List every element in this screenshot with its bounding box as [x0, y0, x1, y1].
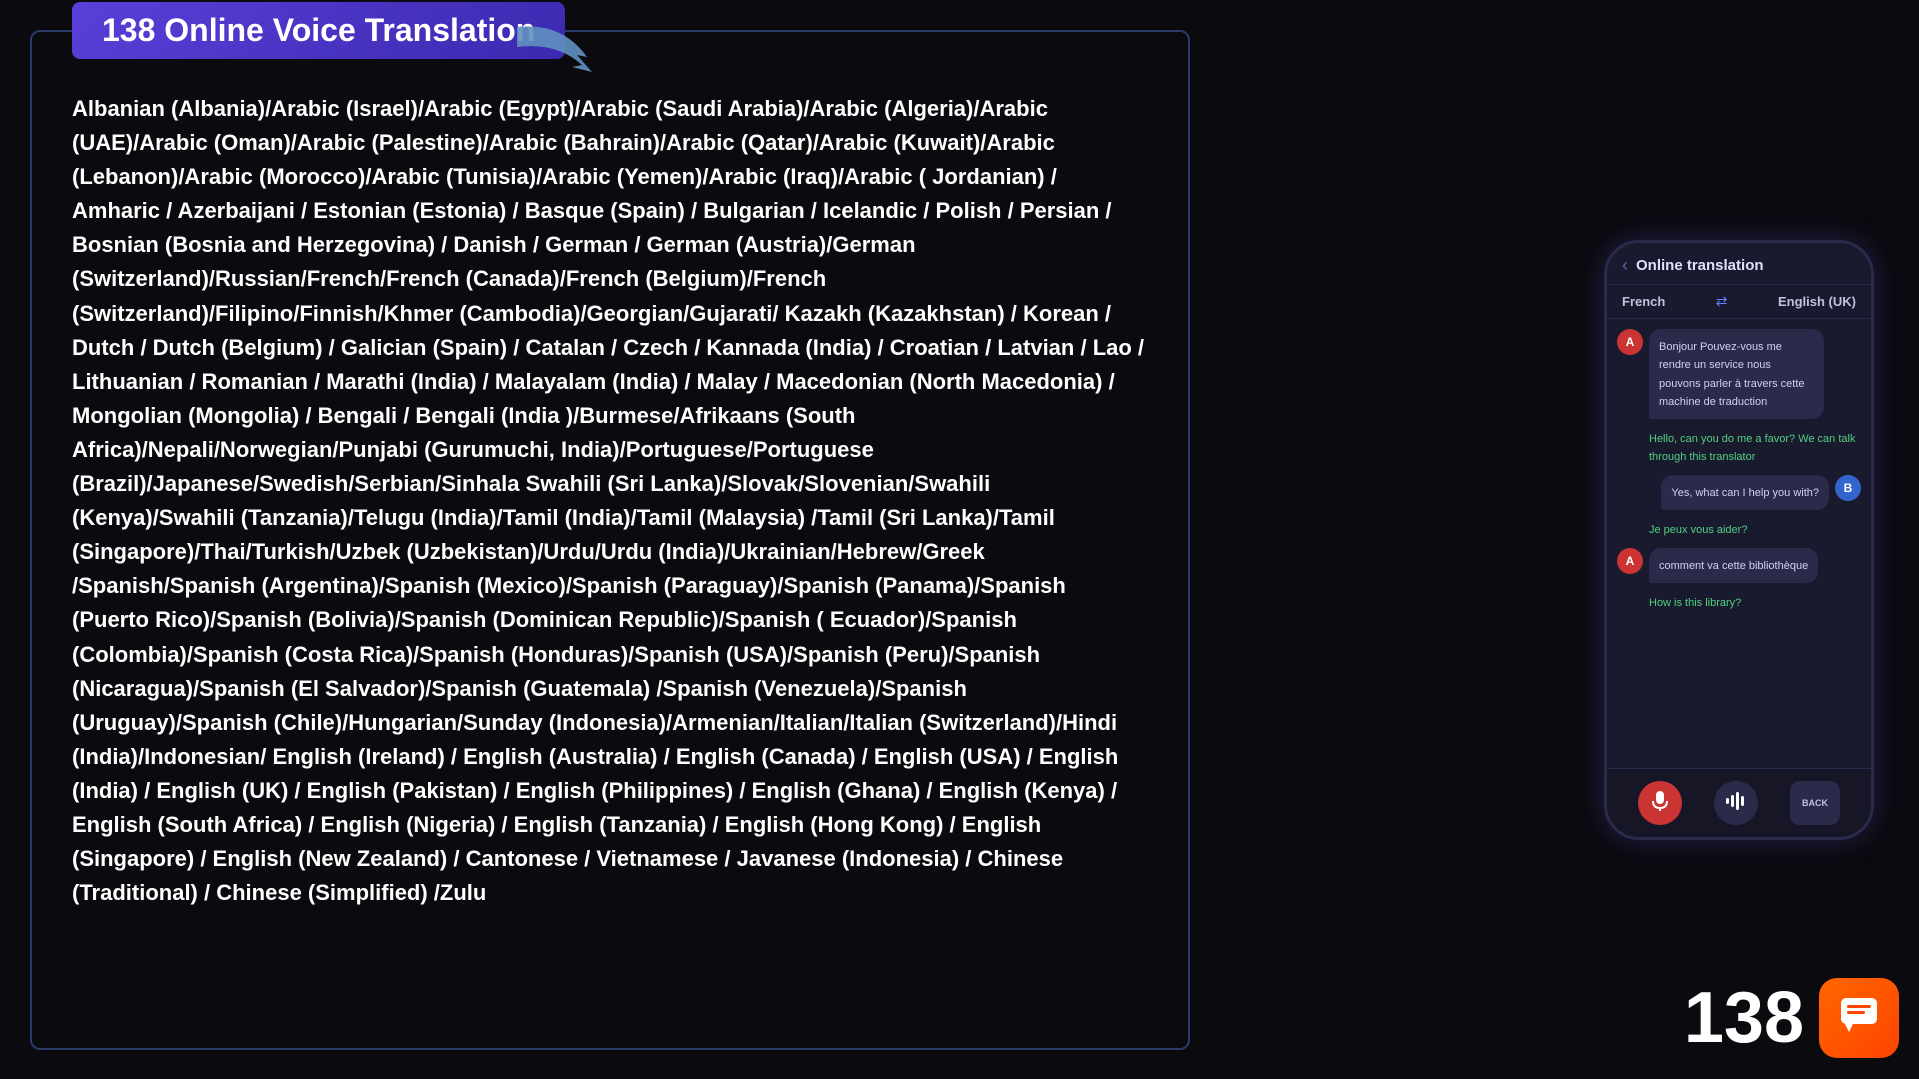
chat-icon-badge[interactable]	[1819, 978, 1899, 1058]
lang-from-button[interactable]: French	[1622, 294, 1665, 309]
translation-row: Je peux vous aider?	[1617, 520, 1861, 538]
arrow-decoration	[512, 17, 612, 87]
translation-text: How is this library?	[1649, 597, 1741, 609]
translation-text: Hello, can you do me a favor? We can tal…	[1649, 433, 1855, 463]
language-selector: French ⇄ English (UK)	[1607, 285, 1871, 319]
bottom-right-badge: 138	[1684, 977, 1899, 1059]
message-row: A comment va cette bibliothèque	[1617, 548, 1861, 582]
back-chevron-icon[interactable]: ‹	[1622, 255, 1628, 276]
left-panel: 138 Online Voice Translation Albanian (A…	[30, 30, 1190, 1050]
message-bubble: Yes, what can I help you with?	[1661, 475, 1829, 509]
translation-row: How is this library?	[1617, 593, 1861, 611]
translation-row: Hello, can you do me a favor? We can tal…	[1617, 429, 1861, 466]
phone-screen: ‹ Online translation French ⇄ English (U…	[1607, 243, 1871, 837]
message-row: A Bonjour Pouvez-vous me rendre un servi…	[1617, 329, 1861, 419]
swap-icon[interactable]: ⇄	[1716, 293, 1728, 310]
phone-mockup: ‹ Online translation French ⇄ English (U…	[1604, 240, 1874, 840]
chat-icon	[1837, 992, 1881, 1045]
message-text: Bonjour Pouvez-vous me rendre un service…	[1659, 341, 1805, 408]
mic-button[interactable]	[1638, 781, 1682, 825]
phone-bottom-controls: BACK	[1607, 768, 1871, 837]
message-row: B Yes, what can I help you with?	[1617, 475, 1861, 509]
phone-title: Online translation	[1636, 257, 1764, 274]
back-button[interactable]: BACK	[1790, 781, 1840, 825]
right-panel: ‹ Online translation French ⇄ English (U…	[1589, 30, 1889, 1050]
languages-list: Albanian (Albania)/Arabic (Israel)/Arabi…	[72, 92, 1148, 910]
avatar-a: A	[1617, 329, 1643, 355]
mic-icon	[1651, 790, 1669, 817]
waveform-icon	[1725, 792, 1747, 815]
message-bubble: comment va cette bibliothèque	[1649, 548, 1818, 582]
back-button-label: BACK	[1802, 798, 1828, 808]
title-text: 138 Online Voice Translation	[102, 12, 535, 49]
app-number: 138	[1684, 977, 1804, 1059]
message-text: Yes, what can I help you with?	[1671, 487, 1819, 499]
waveform-button[interactable]	[1714, 781, 1758, 825]
avatar-b: B	[1835, 475, 1861, 501]
translation-text: Je peux vous aider?	[1649, 524, 1747, 536]
title-badge: 138 Online Voice Translation	[72, 2, 565, 59]
message-bubble: Bonjour Pouvez-vous me rendre un service…	[1649, 329, 1824, 419]
avatar-a: A	[1617, 548, 1643, 574]
lang-to-button[interactable]: English (UK)	[1778, 294, 1856, 309]
message-text: comment va cette bibliothèque	[1659, 560, 1808, 572]
chat-area: A Bonjour Pouvez-vous me rendre un servi…	[1607, 319, 1871, 768]
phone-top-bar: ‹ Online translation	[1607, 243, 1871, 285]
